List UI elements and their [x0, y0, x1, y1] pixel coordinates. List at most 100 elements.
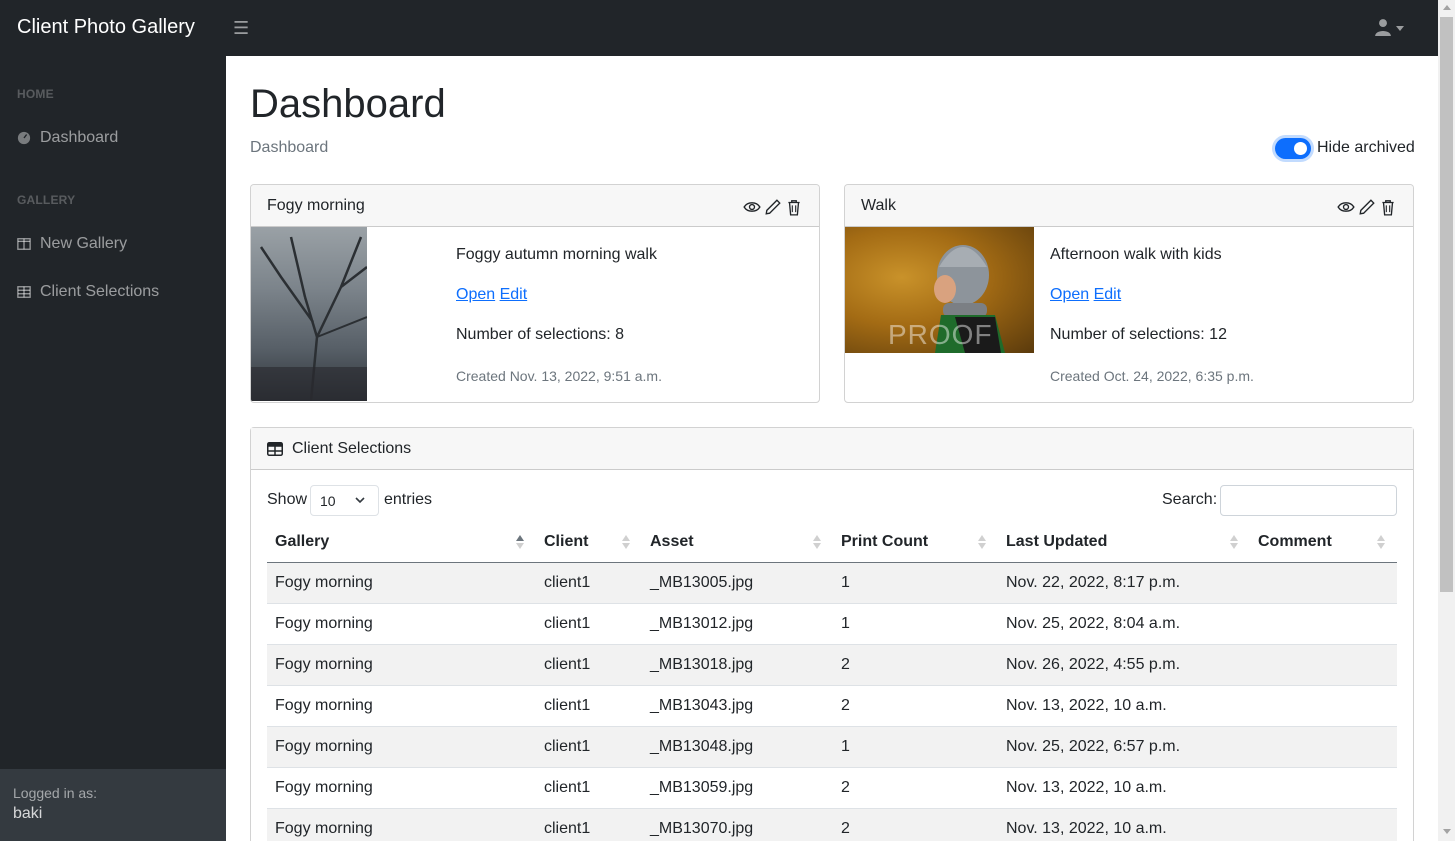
- gallery-card-header: Fogy morning: [251, 185, 819, 227]
- table-cell: Nov. 22, 2022, 8:17 p.m.: [1006, 574, 1181, 591]
- table-cell: Nov. 25, 2022, 8:04 a.m.: [1006, 615, 1181, 632]
- columns-icon: [17, 238, 31, 250]
- gallery-actions: [1337, 198, 1397, 216]
- table-cell: 2: [841, 656, 850, 673]
- table-icon: [17, 286, 31, 298]
- gallery-description: Foggy autumn morning walk: [456, 246, 657, 263]
- table-cell: Nov. 13, 2022, 10 a.m.: [1006, 697, 1167, 714]
- gallery-actions: [743, 198, 803, 216]
- open-link[interactable]: Open: [456, 286, 495, 303]
- sort-icon[interactable]: [622, 534, 630, 550]
- sidebar-heading-home: HOME: [17, 87, 54, 101]
- open-link[interactable]: Open: [1050, 286, 1089, 303]
- gallery-title: Walk: [861, 197, 896, 214]
- client-selections-header: Client Selections: [251, 428, 1413, 470]
- sidebar-item-label: New Gallery: [40, 235, 128, 252]
- table-cell: 2: [841, 820, 850, 837]
- pencil-icon[interactable]: [1358, 198, 1376, 216]
- table-row: Fogy morning client1 _MB13005.jpg 1 Nov. 22,…: [267, 563, 1397, 604]
- eye-icon[interactable]: [743, 198, 761, 216]
- sidebar-footer: Logged in as: baki: [0, 769, 226, 841]
- table-cell: client1: [544, 615, 591, 632]
- table-cell: Nov. 25, 2022, 6:57 p.m.: [1006, 738, 1181, 755]
- table-cell: client1: [544, 820, 591, 837]
- sidebar-item-dashboard[interactable]: Dashboard: [0, 118, 226, 158]
- sidebar-item-new-gallery[interactable]: New Gallery: [0, 224, 226, 264]
- hide-archived-label[interactable]: Hide archived: [1317, 139, 1415, 157]
- edit-link[interactable]: Edit: [500, 286, 528, 303]
- created-date: Created Nov. 13, 2022, 9:51 a.m.: [456, 368, 662, 384]
- card-title: Client Selections: [292, 440, 412, 457]
- trash-icon[interactable]: [1379, 198, 1397, 216]
- table-cell: client1: [544, 738, 591, 755]
- table-cell: 1: [841, 615, 850, 632]
- search-label: Search:: [1162, 491, 1218, 508]
- table-row: Fogy morning client1 _MB13018.jpg 2 Nov. 26,…: [267, 645, 1397, 686]
- table-cell: Nov. 13, 2022, 10 a.m.: [1006, 820, 1167, 837]
- gallery-title: Fogy morning: [267, 197, 365, 214]
- sort-icon[interactable]: [978, 534, 986, 550]
- sidebar-toggle-icon[interactable]: ☰: [233, 17, 249, 39]
- table-cell: 2: [841, 779, 850, 796]
- sort-icon[interactable]: [516, 534, 524, 550]
- entries-label: entries: [384, 491, 433, 508]
- gallery-links: Open Edit: [456, 286, 527, 304]
- column-header-comment[interactable]: Comment: [1258, 533, 1332, 551]
- table-row: Fogy morning client1 _MB13048.jpg 1 Nov. 25,…: [267, 727, 1397, 768]
- column-header-client[interactable]: Client: [544, 533, 588, 551]
- sort-icon[interactable]: [1230, 534, 1238, 550]
- page-length-select[interactable]: 10: [310, 485, 379, 516]
- table-cell: Nov. 26, 2022, 4:55 p.m.: [1006, 656, 1181, 673]
- table-cell: Fogy morning: [275, 738, 373, 755]
- gauge-icon: [17, 131, 31, 145]
- toggle-knob: [1294, 142, 1307, 155]
- column-header-last-updated[interactable]: Last Updated: [1006, 533, 1107, 551]
- scroll-up-icon[interactable]: [1443, 5, 1451, 10]
- gallery-card: Fogy morning Foggy autumn morning walk O…: [250, 184, 820, 403]
- table-row: Fogy morning client1 _MB13012.jpg 1 Nov. 25,…: [267, 604, 1397, 645]
- scrollbar-thumb[interactable]: [1440, 17, 1453, 592]
- sort-icon[interactable]: [813, 534, 821, 550]
- table-cell: Fogy morning: [275, 779, 373, 796]
- table-cell: 1: [841, 738, 850, 755]
- column-header-gallery[interactable]: Gallery: [275, 533, 329, 551]
- app-brand[interactable]: Client Photo Gallery: [17, 16, 195, 39]
- table-cell: Fogy morning: [275, 820, 373, 837]
- table-cell: client1: [544, 656, 591, 673]
- gallery-thumbnail[interactable]: PROOF: [845, 227, 1034, 353]
- table-cell: _MB13018.jpg: [650, 656, 754, 673]
- page-scrollbar[interactable]: [1438, 0, 1455, 841]
- gallery-thumbnail[interactable]: [251, 227, 367, 401]
- table-cell: _MB13048.jpg: [650, 738, 754, 755]
- chevron-down-icon: [355, 497, 365, 504]
- logged-in-label: Logged in as:: [13, 785, 98, 801]
- table-cell: Nov. 13, 2022, 10 a.m.: [1006, 779, 1167, 796]
- gallery-links: Open Edit: [1050, 286, 1121, 304]
- user-menu-button[interactable]: [1372, 16, 1408, 40]
- table-cell: _MB13059.jpg: [650, 779, 754, 796]
- page-length-value: 10: [320, 493, 336, 509]
- scroll-down-icon[interactable]: [1443, 829, 1451, 834]
- selection-count: Number of selections: 8: [456, 326, 625, 343]
- edit-link[interactable]: Edit: [1094, 286, 1122, 303]
- sidebar-item-label: Dashboard: [40, 129, 119, 146]
- hide-archived-toggle[interactable]: [1275, 138, 1311, 159]
- column-header-asset[interactable]: Asset: [650, 533, 694, 551]
- eye-icon[interactable]: [1337, 198, 1355, 216]
- table-icon: [267, 442, 283, 456]
- created-date: Created Oct. 24, 2022, 6:35 p.m.: [1050, 368, 1254, 384]
- table-cell: Fogy morning: [275, 697, 373, 714]
- table-cell: 1: [841, 574, 850, 591]
- search-input[interactable]: [1220, 485, 1397, 516]
- table-row: Fogy morning client1 _MB13059.jpg 2 Nov. 13,…: [267, 768, 1397, 809]
- table-cell: Fogy morning: [275, 615, 373, 632]
- sort-icon[interactable]: [1377, 534, 1385, 550]
- table-cell: client1: [544, 779, 591, 796]
- pencil-icon[interactable]: [764, 198, 782, 216]
- sidebar-item-client-selections[interactable]: Client Selections: [0, 272, 226, 312]
- page-title: Dashboard: [250, 82, 446, 126]
- table-cell: Fogy morning: [275, 574, 373, 591]
- column-header-print-count[interactable]: Print Count: [841, 533, 928, 551]
- trash-icon[interactable]: [785, 198, 803, 216]
- table-cell: _MB13005.jpg: [650, 574, 754, 591]
